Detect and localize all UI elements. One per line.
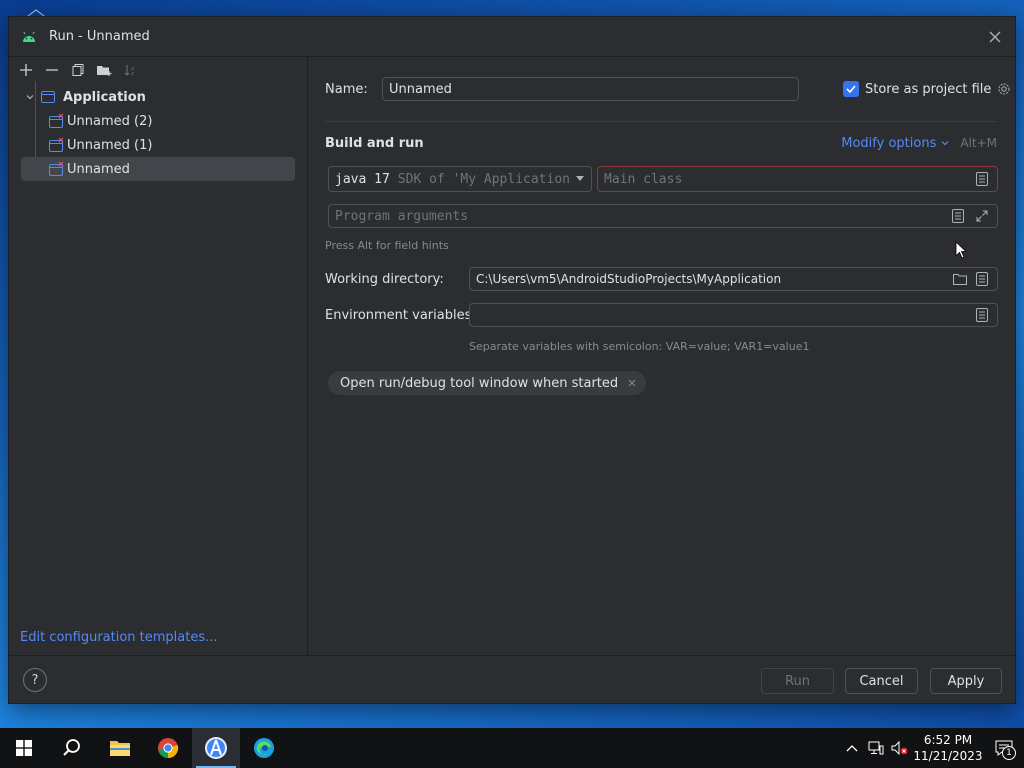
dialog-footer: ? Run Cancel Apply: [9, 655, 1015, 703]
gear-icon[interactable]: [995, 80, 1013, 98]
store-as-project-file-label: Store as project file: [865, 81, 992, 97]
chevron-up-icon[interactable]: [840, 728, 864, 768]
copy-icon[interactable]: [67, 59, 89, 81]
modify-options-label: Modify options: [841, 135, 937, 151]
working-directory-value: C:\Users\vm5\AndroidStudioProjects\MyApp…: [476, 272, 782, 286]
run-configuration-dialog: Run - Unnamed az Application Unnamed (2)…: [8, 16, 1016, 704]
mouse-cursor-icon: [955, 241, 968, 263]
sdk-detail: SDK of 'My Application: [397, 171, 570, 187]
program-arguments-input[interactable]: Program arguments: [328, 204, 998, 228]
chip-label: Open run/debug tool window when started: [340, 375, 619, 391]
add-icon[interactable]: [15, 59, 37, 81]
expand-icon[interactable]: [973, 207, 991, 225]
edit-configuration-templates-link[interactable]: Edit configuration templates...: [20, 630, 218, 645]
windows-taskbar: 6:52 PM 11/21/2023 1: [0, 728, 1024, 768]
new-folder-icon[interactable]: [93, 59, 115, 81]
config-tree: Application Unnamed (2) Unnamed (1) Unna…: [9, 81, 307, 181]
clock-date: 11/21/2023: [913, 749, 983, 763]
config-tree-panel: az Application Unnamed (2) Unnamed (1) U…: [9, 57, 308, 655]
chevron-down-icon: [941, 141, 949, 146]
file-explorer-icon[interactable]: [96, 728, 144, 768]
build-and-run-title: Build and run: [325, 135, 424, 151]
name-label: Name:: [325, 81, 368, 97]
browse-list-icon[interactable]: [973, 270, 991, 288]
tree-item-unnamed-1[interactable]: Unnamed (1): [9, 133, 307, 157]
dialog-titlebar: Run - Unnamed: [9, 17, 1015, 57]
system-tray: 6:52 PM 11/21/2023 1: [840, 728, 1024, 768]
cancel-button[interactable]: Cancel: [845, 668, 918, 694]
apply-button[interactable]: Apply: [930, 668, 1002, 694]
open-tool-window-option-chip[interactable]: Open run/debug tool window when started: [328, 371, 647, 395]
field-hints-text: Press Alt for field hints: [325, 238, 449, 252]
taskbar-clock[interactable]: 6:52 PM 11/21/2023: [912, 732, 984, 764]
chrome-icon[interactable]: [144, 728, 192, 768]
program-arguments-placeholder: Program arguments: [335, 208, 469, 224]
modify-options-shortcut: Alt+M: [960, 136, 997, 150]
tree-item-label: Unnamed (1): [67, 137, 153, 153]
working-directory-label: Working directory:: [325, 271, 444, 287]
tree-item-unnamed[interactable]: Unnamed: [21, 157, 295, 181]
sort-icon[interactable]: az: [119, 59, 141, 81]
chip-remove-icon[interactable]: [628, 379, 636, 387]
environment-variables-hint: Separate variables with semicolon: VAR=v…: [469, 339, 810, 353]
browse-list-icon[interactable]: [949, 207, 967, 225]
notification-icon[interactable]: 1: [984, 728, 1024, 768]
sdk-value: java 17: [335, 171, 390, 187]
network-icon[interactable]: [864, 728, 888, 768]
clock-time: 6:52 PM: [923, 733, 973, 747]
folder-icon[interactable]: [951, 270, 969, 288]
dropdown-arrow-icon: [576, 176, 584, 181]
tree-root-label: Application: [63, 89, 146, 105]
tree-toolbar: az: [9, 57, 307, 83]
tree-item-unnamed-2[interactable]: Unnamed (2): [9, 109, 307, 133]
android-studio-icon[interactable]: [192, 728, 240, 768]
volume-muted-icon[interactable]: [888, 728, 912, 768]
config-error-icon: [49, 162, 65, 176]
tree-item-label: Unnamed: [67, 161, 130, 177]
environment-variables-input[interactable]: [469, 303, 998, 327]
remove-icon[interactable]: [41, 59, 63, 81]
dialog-title: Run - Unnamed: [49, 29, 150, 44]
notification-count: 1: [1002, 746, 1016, 760]
android-icon: [21, 29, 37, 45]
tree-item-label: Unnamed (2): [67, 113, 153, 129]
name-input-value: Unnamed: [389, 81, 452, 97]
tree-root-application[interactable]: Application: [9, 85, 307, 109]
modify-options-link[interactable]: Modify options: [841, 136, 950, 151]
sdk-dropdown[interactable]: java 17 SDK of 'My Application: [328, 166, 592, 192]
store-as-project-file-checkbox[interactable]: Store as project file: [843, 79, 1013, 99]
name-input[interactable]: Unnamed: [382, 77, 799, 101]
run-button[interactable]: Run: [761, 668, 834, 694]
browse-list-icon[interactable]: [973, 306, 991, 324]
main-class-input[interactable]: Main class: [597, 166, 998, 192]
config-form-panel: Name: Unnamed Store as project file Buil…: [308, 57, 1015, 655]
edge-icon[interactable]: [240, 728, 288, 768]
environment-variables-label: Environment variables:: [325, 307, 476, 323]
close-icon[interactable]: [975, 17, 1015, 57]
config-error-icon: [49, 114, 65, 128]
search-icon[interactable]: [48, 728, 96, 768]
application-config-icon: [41, 90, 57, 104]
windows-start-icon[interactable]: [0, 728, 48, 768]
checkbox-checked-icon[interactable]: [843, 81, 859, 97]
main-class-placeholder: Main class: [604, 171, 683, 187]
svg-text:z: z: [131, 71, 134, 77]
help-icon[interactable]: ?: [23, 668, 47, 692]
browse-list-icon[interactable]: [973, 170, 991, 188]
working-directory-input[interactable]: C:\Users\vm5\AndroidStudioProjects\MyApp…: [469, 267, 998, 291]
separator: [325, 121, 997, 122]
config-error-icon: [49, 138, 65, 152]
